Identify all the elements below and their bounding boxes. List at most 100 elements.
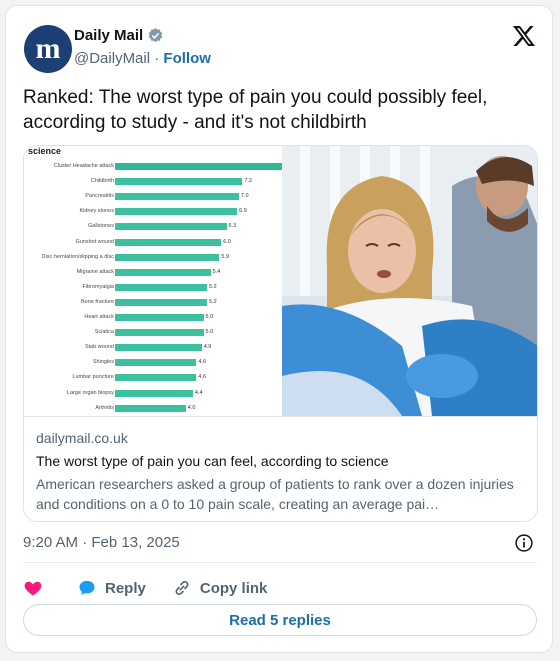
bar: [115, 178, 243, 186]
bar: [115, 329, 204, 337]
bar-row: Shingles 4.6: [24, 357, 282, 368]
account-avatar[interactable]: m: [24, 25, 72, 73]
verified-badge-icon: [148, 28, 163, 43]
bar-row: Bone fracture 5.2: [24, 297, 282, 308]
bar-row: Stab wound 4.9: [24, 342, 282, 353]
reply-label: Reply: [105, 579, 146, 597]
bar-value-label: 4.6: [198, 359, 207, 366]
bar-value-label: 5.2: [209, 298, 217, 305]
follow-button[interactable]: Follow: [163, 50, 211, 67]
link-info[interactable]: dailymail.co.uk The worst type of pain y…: [24, 416, 537, 521]
info-icon[interactable]: [514, 533, 534, 553]
bar-category-label: Cluster Headache attack: [53, 163, 114, 169]
bar: [115, 344, 202, 352]
bar-row: Childbirth 7.2: [24, 176, 282, 187]
bar-value-label: 4.0: [187, 404, 196, 411]
bar: [115, 389, 193, 397]
bar-row: Gallstones 6.3: [24, 221, 282, 232]
bar-category-label: Arthritis: [95, 404, 114, 411]
bar-value-label: 4.4: [194, 389, 203, 396]
bar-row: Large organ biopsy 4.4: [24, 388, 282, 399]
bar-value-label: 6.3: [228, 223, 237, 230]
bar-value-label: 5.0: [205, 329, 214, 336]
bar-category-label: Lumbar puncture: [72, 374, 114, 381]
bar-row: Lumbar puncture 4.6: [24, 372, 282, 383]
bar-category-label: Heart attack: [84, 314, 114, 320]
bar-category-label: Gallstones: [88, 223, 114, 230]
copy-link-button[interactable]: Copy link: [172, 578, 268, 598]
chart-image: science Cluster Headache attack9.7 Childb…: [24, 146, 296, 416]
bar-value-label: 7.0: [240, 193, 249, 200]
account-name-row: Daily Mail: [74, 27, 164, 44]
reply-bubble-icon: [79, 580, 95, 596]
reply-button[interactable]: Reply: [77, 578, 146, 598]
photo-illustration: [282, 146, 537, 416]
bar: [115, 404, 186, 412]
bar: [115, 374, 197, 382]
bar-row: Migraine attack 5.4: [24, 267, 282, 278]
bar: [115, 359, 197, 367]
bar-row: Gunshot wound 6.0: [24, 237, 282, 248]
bar-row: Pancreatitis 7.0: [24, 191, 282, 202]
handle-row: @DailyMail · Follow: [74, 50, 211, 67]
bar: [115, 238, 222, 246]
tweet-timestamp[interactable]: 9:20 AM · Feb 13, 2025: [23, 534, 180, 551]
link-domain: dailymail.co.uk: [36, 430, 128, 446]
bar-value-label: 6.0: [223, 238, 231, 245]
avatar-logo-letter: m: [35, 32, 61, 65]
link-card[interactable]: science Cluster Headache attack9.7 Childb…: [23, 145, 538, 522]
bar-category-label: Pancreatitis: [85, 193, 114, 200]
bar-category-label: Shingles: [92, 359, 114, 366]
bar: [115, 193, 239, 201]
bar-row: Cluster Headache attack9.7: [24, 161, 296, 172]
bar: [115, 163, 287, 170]
bar-row: Fibromyalgia 5.2: [24, 282, 282, 293]
bar-category-label: Large organ biopsy: [66, 389, 114, 396]
bar-value-label: 6.9: [239, 208, 247, 215]
bar-row: Sciatica 5.0: [24, 327, 282, 338]
bar-row: Disc herniation/slipping a disc 5.9: [24, 252, 282, 263]
chart-title: science: [28, 146, 62, 156]
bar-value-label: 4.6: [198, 374, 207, 381]
bar-category-label: Disc herniation/slipping a disc: [41, 253, 114, 260]
bar-value-label: 5.9: [221, 253, 230, 260]
heart-icon: [24, 581, 42, 596]
link-icon: [175, 580, 189, 596]
tweet-text: Ranked: The worst type of pain you could…: [23, 87, 488, 133]
read-replies-button[interactable]: Read 5 replies: [23, 604, 537, 636]
bar-category-label: Kidney stones: [79, 208, 114, 215]
bar: [115, 298, 208, 306]
handle-separator: ·: [154, 50, 160, 67]
bar-category-label: Bone fracture: [80, 298, 114, 305]
bar-row: Heart attack 5.0: [24, 312, 282, 323]
bar-category-label: Sciatica: [94, 329, 114, 336]
link-description: American researchers asked a group of pa…: [36, 476, 514, 512]
bar-row: Arthritis 4.0: [24, 403, 282, 414]
bar: [115, 253, 220, 261]
bar: [115, 268, 211, 276]
bar-value-label: 5.0: [205, 314, 214, 320]
copy-link-label: Copy link: [199, 579, 268, 597]
bar-category-label: Stab wound: [84, 344, 114, 351]
bar: [115, 223, 227, 231]
bar-category-label: Migraine attack: [76, 268, 114, 275]
bar-value-label: 4.9: [203, 344, 212, 351]
bar: [115, 314, 204, 321]
link-title: The worst type of pain you can feel, acc…: [36, 453, 389, 469]
display-name[interactable]: Daily Mail: [74, 27, 143, 44]
bar-category-label: Gunshot wound: [75, 238, 114, 245]
like-button[interactable]: [23, 578, 51, 598]
bar-value-label: 5.2: [209, 283, 217, 290]
bar-value-label: 5.4: [212, 268, 221, 275]
x-logo-icon[interactable]: [512, 24, 536, 48]
action-bar: Reply Copy link: [23, 572, 293, 604]
bar: [115, 208, 238, 216]
childbirth-photo: [282, 146, 537, 416]
account-handle[interactable]: @DailyMail: [74, 50, 150, 67]
bar-category-label: Fibromyalgia: [82, 283, 114, 290]
tweet-card: m Daily Mail @DailyMail · Follow Ranked:…: [5, 5, 553, 653]
bar-category-label: Childbirth: [90, 178, 114, 185]
bar-value-label: 7.2: [244, 178, 253, 185]
bar-row: Kidney stones 6.9: [24, 206, 282, 217]
divider: [23, 562, 537, 563]
